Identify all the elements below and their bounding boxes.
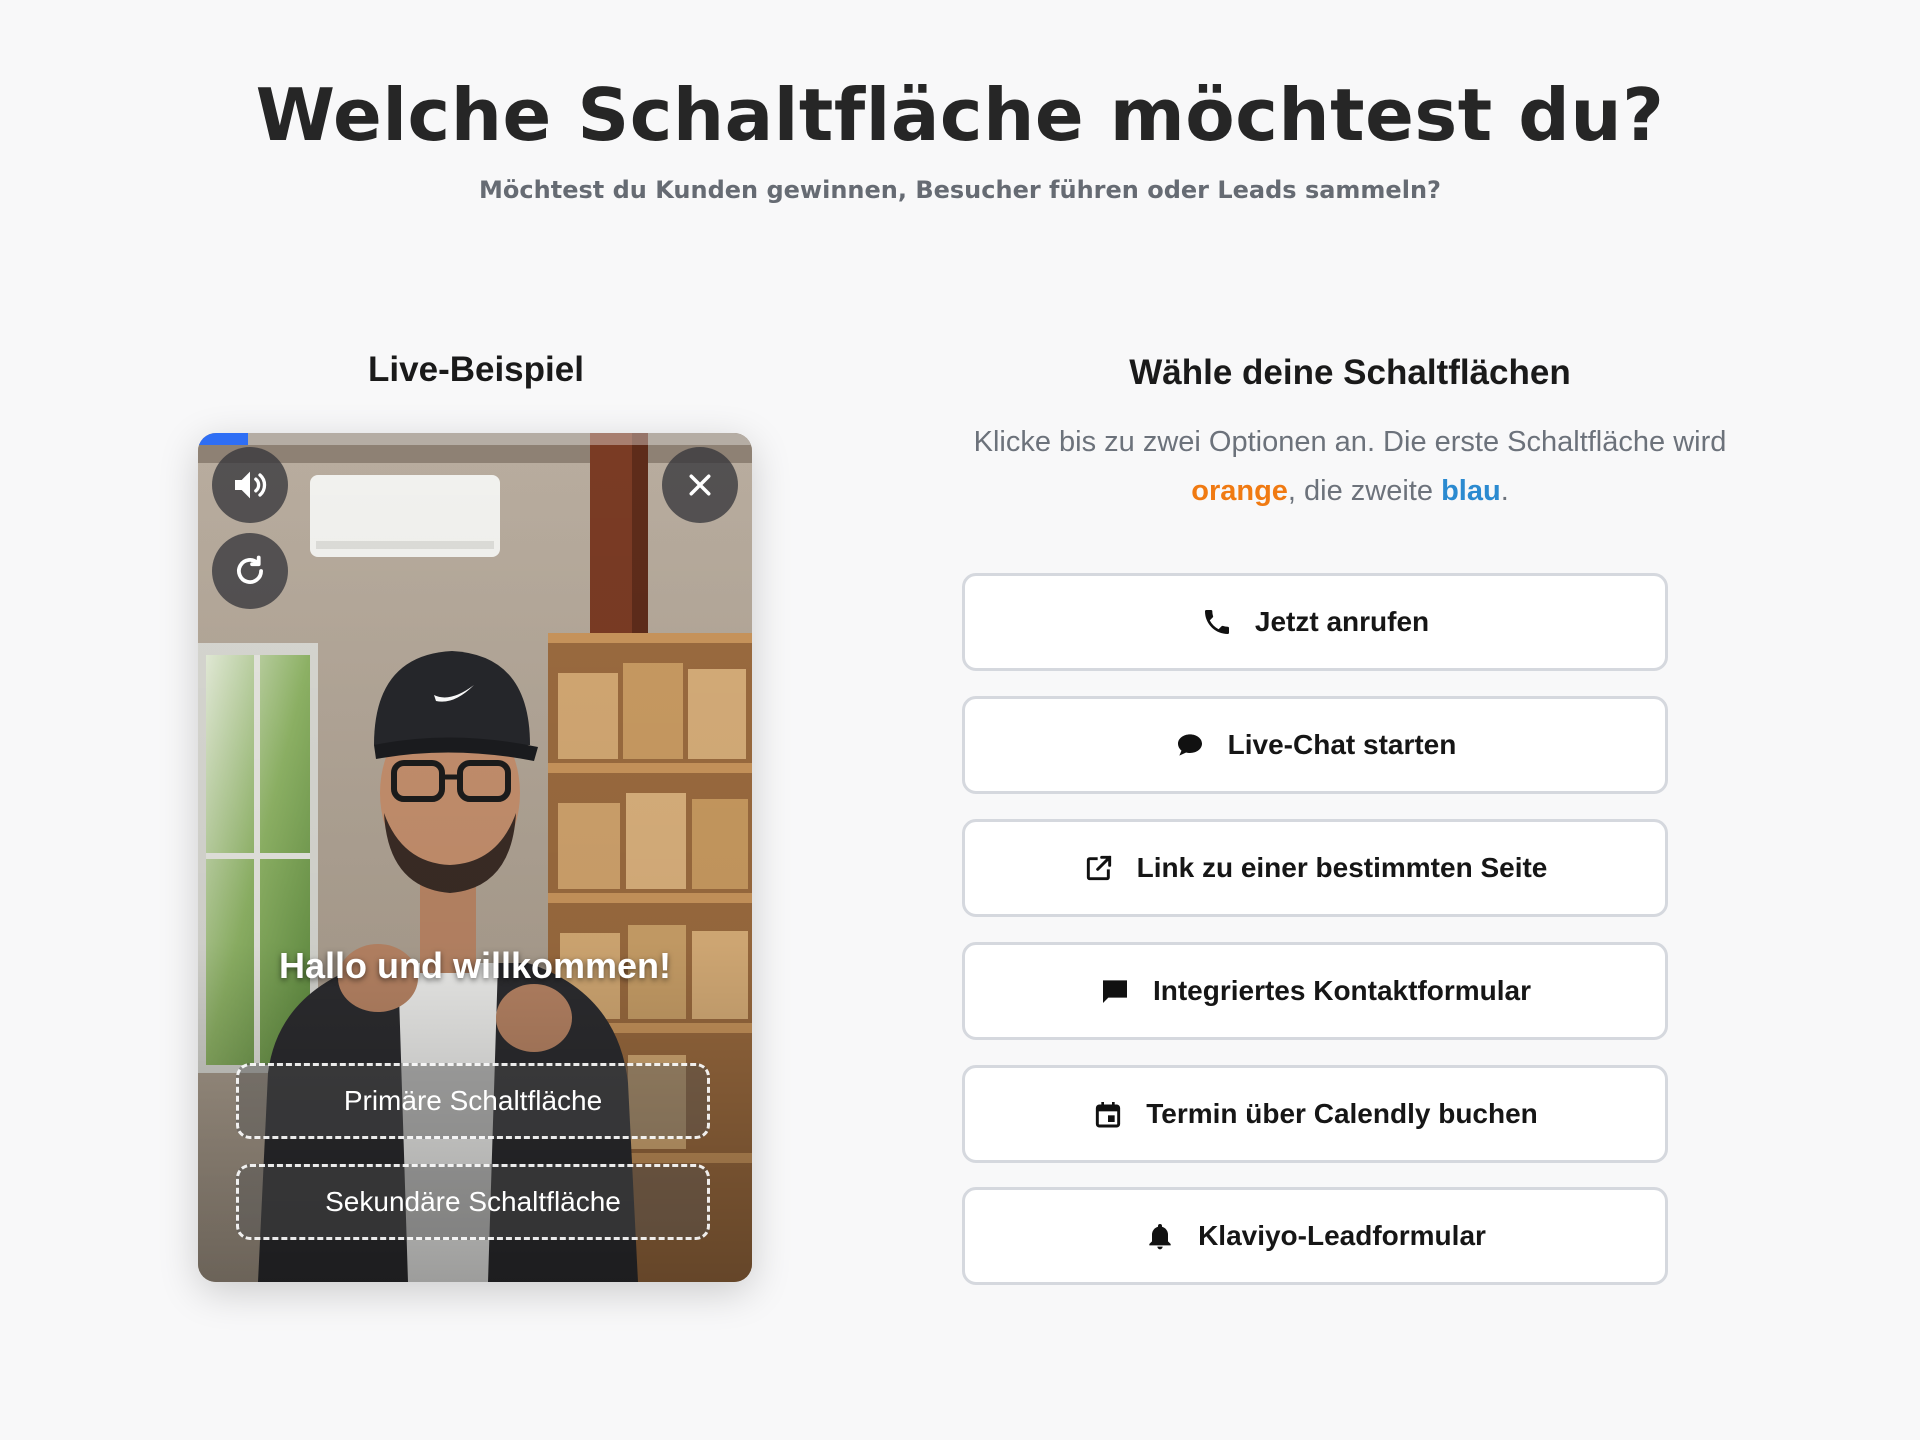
- description-text-2: , die zweite: [1287, 475, 1442, 507]
- chat-bubble-icon: [1174, 729, 1206, 761]
- option-calendly[interactable]: Termin über Calendly buchen: [962, 1065, 1668, 1163]
- primary-button-placeholder[interactable]: Primäre Schaltfläche: [236, 1063, 710, 1139]
- speaker-volume-icon: [230, 465, 270, 505]
- video-progress-fill: [198, 433, 248, 445]
- calendar-icon: [1092, 1098, 1124, 1130]
- video-progress-bar[interactable]: [198, 433, 752, 445]
- orange-word: orange: [1191, 475, 1288, 507]
- bell-icon: [1144, 1220, 1176, 1252]
- replay-icon: [231, 552, 269, 590]
- option-label: Jetzt anrufen: [1254, 606, 1430, 637]
- page-title: Welche Schaltfläche möchtest du?: [255, 73, 1665, 157]
- description-text-3: .: [1500, 475, 1509, 507]
- replay-button[interactable]: [212, 533, 288, 609]
- phone-icon: [1201, 606, 1233, 638]
- option-label: Klaviyo-Leadformular: [1198, 1220, 1486, 1251]
- external-link-icon: [1083, 852, 1115, 884]
- video-preview-card[interactable]: Hallo und willkommen! Primäre Schaltfläc…: [198, 433, 752, 1282]
- close-icon: [685, 470, 715, 500]
- option-label: Integriertes Kontaktformular: [1152, 975, 1532, 1006]
- option-live-chat[interactable]: Live-Chat starten: [962, 696, 1668, 794]
- sound-button[interactable]: [212, 447, 288, 523]
- option-label: Live-Chat starten: [1227, 729, 1457, 760]
- option-call-now[interactable]: Jetzt anrufen: [962, 573, 1668, 671]
- option-label: Link zu einer bestimmten Seite: [1136, 852, 1548, 883]
- video-caption: Hallo und willkommen!: [278, 945, 672, 986]
- description-text: Klicke bis zu zwei Optionen an. Die erst…: [973, 426, 1727, 458]
- secondary-button-placeholder[interactable]: Sekundäre Schaltfläche: [236, 1164, 710, 1240]
- live-example-heading: Live-Beispiel: [368, 350, 584, 389]
- choose-buttons-description: Klicke bis zu zwei Optionen an. Die erst…: [960, 418, 1740, 516]
- blue-word: blau: [1441, 475, 1501, 507]
- option-klaviyo-form[interactable]: Klaviyo-Leadformular: [962, 1187, 1668, 1285]
- page-subtitle: Möchtest du Kunden gewinnen, Besucher fü…: [479, 176, 1441, 204]
- close-button[interactable]: [662, 447, 738, 523]
- message-icon: [1099, 975, 1131, 1007]
- option-link-page[interactable]: Link zu einer bestimmten Seite: [962, 819, 1668, 917]
- option-contact-form[interactable]: Integriertes Kontaktformular: [962, 942, 1668, 1040]
- choose-buttons-heading: Wähle deine Schaltflächen: [1129, 353, 1571, 392]
- option-label: Termin über Calendly buchen: [1146, 1098, 1538, 1129]
